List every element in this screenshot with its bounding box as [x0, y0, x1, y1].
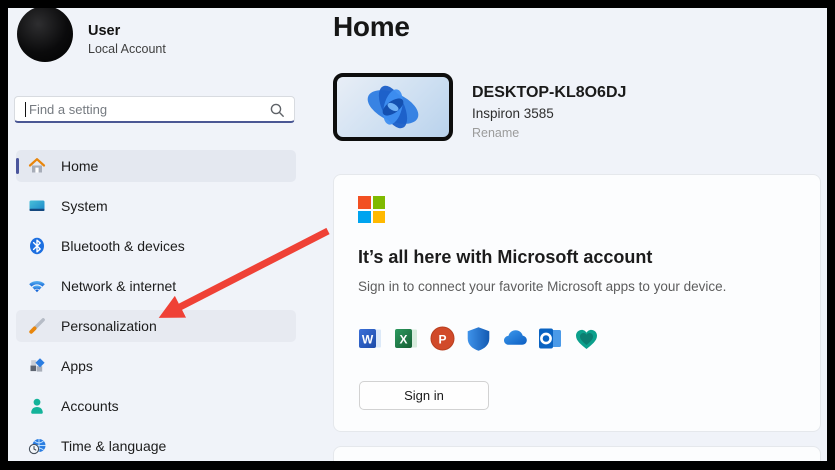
excel-icon: X: [395, 329, 417, 348]
search-input[interactable]: [29, 97, 259, 121]
microsoft-apps-row: W X P: [357, 325, 600, 352]
sidebar-item-bluetooth-devices[interactable]: Bluetooth & devices: [16, 230, 296, 262]
page-title: Home: [333, 11, 410, 42]
sidebar-item-label: Network & internet: [61, 278, 177, 294]
time-language-icon: [27, 436, 47, 456]
sidebar-item-label: Bluetooth & devices: [61, 238, 185, 254]
outlook-icon: [539, 328, 561, 349]
sidebar-item-label: Home: [61, 158, 99, 174]
sidebar-item-home[interactable]: Home: [16, 150, 296, 182]
account-card-title: It’s all here with Microsoft account: [358, 247, 653, 267]
svg-text:W: W: [362, 333, 374, 347]
user-avatar[interactable]: [17, 8, 73, 62]
sidebar-item-personalization[interactable]: Personalization: [16, 310, 296, 342]
onedrive-icon: [504, 330, 527, 345]
user-account-type: Local Account: [88, 42, 166, 56]
network-icon: [27, 276, 47, 296]
search-box[interactable]: [14, 96, 295, 123]
sign-in-button[interactable]: Sign in: [359, 381, 489, 410]
sidebar-item-label: Apps: [61, 358, 93, 374]
settings-window: User Local Account Home: [0, 0, 835, 470]
device-name: DESKTOP-KL8O6DJ: [472, 84, 627, 101]
search-icon: [269, 102, 285, 118]
text-caret: [25, 102, 26, 117]
sidebar-item-label: Personalization: [61, 318, 157, 334]
svg-text:X: X: [399, 333, 407, 347]
powerpoint-icon: P: [430, 326, 455, 351]
microsoft-logo-icon: [358, 196, 385, 223]
home-icon: [27, 156, 47, 176]
sidebar-item-label: System: [61, 198, 108, 214]
word-icon: W: [359, 329, 381, 348]
accounts-icon: [27, 396, 47, 416]
user-profile[interactable]: User Local Account: [88, 23, 166, 56]
sidebar-item-time-language[interactable]: Time & language: [16, 430, 296, 461]
personalization-icon: [27, 316, 47, 336]
sidebar-item-system[interactable]: System: [16, 190, 296, 222]
device-thumbnail: [333, 73, 453, 141]
bluetooth-icon: [27, 236, 47, 256]
selection-indicator: [16, 158, 19, 174]
apps-icon: [27, 356, 47, 376]
defender-icon: [467, 327, 490, 351]
sidebar-item-label: Accounts: [61, 398, 119, 414]
user-name: User: [88, 23, 121, 39]
rename-button[interactable]: Rename: [472, 126, 519, 140]
family-safety-heart-icon: [576, 329, 597, 349]
next-card-partial: [333, 446, 821, 461]
account-card-subtitle: Sign in to connect your favorite Microso…: [358, 279, 727, 294]
sidebar-item-label: Time & language: [61, 438, 167, 454]
windows-bloom-wallpaper: [367, 85, 419, 129]
sidebar-item-apps[interactable]: Apps: [16, 350, 296, 382]
sidebar-item-accounts[interactable]: Accounts: [16, 390, 296, 422]
svg-text:P: P: [438, 333, 446, 347]
sidebar-item-network-internet[interactable]: Network & internet: [16, 270, 296, 302]
system-icon: [27, 196, 47, 216]
microsoft-account-card: It’s all here with Microsoft account Sig…: [333, 174, 821, 432]
device-model: Inspiron 3585: [472, 106, 554, 121]
